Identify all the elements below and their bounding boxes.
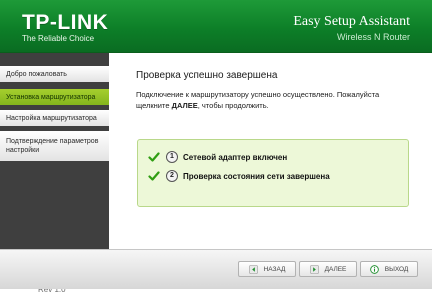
status-panel: 1 Сетевой адаптер включен 2 Проверка сос… bbox=[137, 139, 409, 207]
arrow-right-icon bbox=[309, 264, 319, 274]
next-button[interactable]: ДАЛЕЕ bbox=[299, 261, 357, 277]
sidebar-item-welcome[interactable]: Добро пожаловать bbox=[0, 66, 109, 82]
sidebar-item-label: Установка маршрутизатора bbox=[6, 93, 96, 101]
tp-link-logo: TP-LINK bbox=[22, 11, 109, 34]
sidebar-item-label: Настройка маршрутизатора bbox=[6, 114, 97, 122]
back-label: НАЗАД bbox=[263, 265, 286, 273]
step-number: 1 bbox=[166, 151, 178, 163]
next-label: ДАЛЕЕ bbox=[324, 265, 347, 273]
status-text: Проверка состояния сети завершена bbox=[183, 171, 330, 181]
step-number: 2 bbox=[166, 170, 178, 182]
page-title: Проверка успешно завершена bbox=[136, 70, 278, 81]
next-keyword: ДАЛЕЕ bbox=[171, 101, 198, 110]
arrow-left-icon bbox=[248, 264, 258, 274]
main-content: Проверка успешно завершена Подключение к… bbox=[109, 53, 432, 249]
sidebar-item-label: Добро пожаловать bbox=[6, 70, 67, 78]
status-text: Сетевой адаптер включен bbox=[183, 152, 288, 162]
header-bar: TP-LINK The Reliable Choice Easy Setup A… bbox=[0, 0, 432, 53]
device-model: Wireless N Router bbox=[336, 32, 410, 42]
page-description: Подключение к маршрутизатору успешно осу… bbox=[136, 89, 406, 111]
check-icon bbox=[148, 171, 160, 181]
status-item: 2 Проверка состояния сети завершена bbox=[148, 170, 330, 182]
back-button[interactable]: НАЗАД bbox=[238, 261, 296, 277]
description-text-end: , чтобы продолжить. bbox=[197, 101, 269, 110]
app-title: Easy Setup Assistant bbox=[293, 14, 410, 29]
sidebar-item-confirm-settings[interactable]: Подтверждение параметров настройки bbox=[0, 131, 109, 161]
info-icon bbox=[369, 264, 379, 274]
exit-label: ВЫХОД bbox=[384, 265, 409, 273]
sidebar-item-label: Подтверждение параметров настройки bbox=[6, 138, 99, 154]
sidebar-item-router-setup[interactable]: Настройка маршрутизатора bbox=[0, 110, 109, 126]
sidebar: Добро пожаловать Установка маршрутизатор… bbox=[0, 53, 109, 294]
sidebar-item-router-installation[interactable]: Установка маршрутизатора bbox=[0, 89, 109, 105]
exit-button[interactable]: ВЫХОД bbox=[360, 261, 418, 277]
logo-tagline: The Reliable Choice bbox=[22, 34, 95, 43]
status-item: 1 Сетевой адаптер включен bbox=[148, 151, 287, 163]
check-icon bbox=[148, 152, 160, 162]
footer-bar: НАЗАД ДАЛЕЕ ВЫХОД bbox=[0, 249, 432, 289]
